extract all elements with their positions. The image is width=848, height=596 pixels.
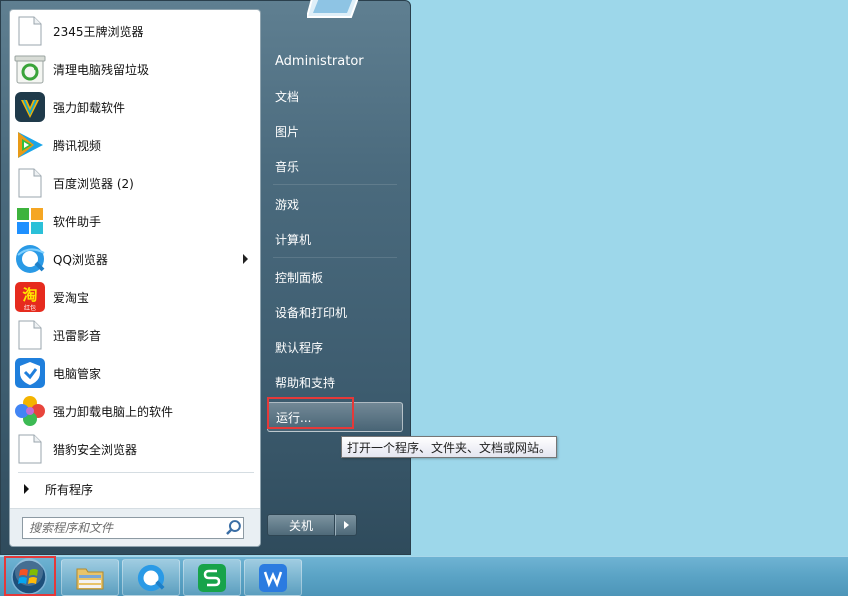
program-label: 腾讯视频 bbox=[53, 138, 102, 153]
triangle-right-icon bbox=[24, 484, 29, 494]
program-label: 百度浏览器 (2) bbox=[53, 176, 134, 191]
program-item-software-helper[interactable]: 软件助手 bbox=[12, 202, 258, 240]
program-item-taobao[interactable]: 淘 红包 爱淘宝 bbox=[12, 278, 258, 316]
divider bbox=[18, 472, 254, 473]
all-programs-label: 所有程序 bbox=[45, 482, 94, 497]
program-label: 清理电脑残留垃圾 bbox=[53, 62, 150, 77]
wps-spreadsheet-icon bbox=[198, 563, 226, 592]
program-item-xunlei-player[interactable]: 迅雷影音 bbox=[12, 316, 258, 354]
start-menu: 2345王牌浏览器 清理电脑残留垃圾 强力卸载软件 腾讯视频 百度浏览器 (2)… bbox=[0, 0, 411, 555]
taskbar bbox=[0, 556, 848, 596]
program-label: QQ浏览器 bbox=[53, 252, 108, 267]
games-link[interactable]: 游戏 bbox=[267, 189, 403, 219]
blank-file-icon bbox=[14, 15, 46, 47]
control-panel-link[interactable]: 控制面板 bbox=[267, 262, 403, 292]
help-support-link[interactable]: 帮助和支持 bbox=[267, 367, 403, 397]
blank-file-icon bbox=[14, 167, 46, 199]
submenu-arrow-icon[interactable] bbox=[243, 254, 248, 264]
file-explorer-icon bbox=[76, 568, 104, 589]
svg-text:淘: 淘 bbox=[21, 286, 37, 304]
pc-manager-icon bbox=[14, 357, 46, 389]
documents-link[interactable]: 文档 bbox=[267, 81, 403, 111]
taskbar-qq-browser[interactable] bbox=[122, 559, 180, 596]
program-label: 2345王牌浏览器 bbox=[53, 24, 144, 39]
program-item-uninstaller[interactable]: 强力卸载软件 bbox=[12, 88, 258, 126]
taobao-icon-caption: 红包 bbox=[24, 304, 36, 312]
taskbar-file-explorer[interactable] bbox=[61, 559, 119, 596]
shutdown-options-button[interactable] bbox=[335, 514, 357, 536]
program-item-cleanup[interactable]: 清理电脑残留垃圾 bbox=[12, 50, 258, 88]
blank-file-icon bbox=[14, 319, 46, 351]
program-item-pc-manager[interactable]: 电脑管家 bbox=[12, 354, 258, 392]
pictures-link[interactable]: 图片 bbox=[267, 116, 403, 146]
computer-link[interactable]: 计算机 bbox=[267, 224, 403, 254]
taskbar-wps-writer[interactable] bbox=[244, 559, 302, 596]
program-label: 电脑管家 bbox=[53, 366, 102, 381]
taobao-icon: 淘 红包 bbox=[14, 281, 46, 313]
qq-browser-icon bbox=[14, 243, 46, 275]
search-icon[interactable] bbox=[225, 519, 243, 537]
program-item-uninstall-software[interactable]: 强力卸载电脑上的软件 bbox=[12, 392, 258, 430]
shutdown-button[interactable]: 关机 bbox=[267, 514, 335, 536]
all-programs-button[interactable]: 所有程序 bbox=[14, 478, 258, 500]
program-label: 强力卸载电脑上的软件 bbox=[53, 404, 174, 419]
devices-printers-link[interactable]: 设备和打印机 bbox=[267, 297, 403, 327]
program-label: 迅雷影音 bbox=[53, 328, 102, 343]
separator bbox=[273, 184, 397, 185]
search-input[interactable] bbox=[29, 521, 224, 535]
tencent-video-icon bbox=[14, 129, 46, 161]
user-folder-link[interactable]: Administrator bbox=[267, 46, 403, 76]
run-tooltip: 打开一个程序、文件夹、文档或网站。 bbox=[341, 436, 557, 458]
flower-icon bbox=[14, 395, 46, 427]
default-programs-link[interactable]: 默认程序 bbox=[267, 332, 403, 362]
programs-pane: 2345王牌浏览器 清理电脑残留垃圾 强力卸载软件 腾讯视频 百度浏览器 (2)… bbox=[9, 9, 261, 547]
qq-browser-icon bbox=[137, 564, 165, 591]
uninstaller-icon bbox=[14, 91, 46, 123]
program-label: 猎豹安全浏览器 bbox=[53, 442, 138, 457]
run-highlight-box bbox=[267, 397, 354, 429]
start-button-highlight-box bbox=[4, 556, 56, 596]
program-label: 强力卸载软件 bbox=[53, 100, 126, 115]
triangle-right-icon bbox=[343, 521, 349, 529]
program-item-liebao-browser[interactable]: 猎豹安全浏览器 bbox=[12, 430, 258, 468]
search-area bbox=[10, 508, 260, 546]
taskbar-wps-spreadsheet[interactable] bbox=[183, 559, 241, 596]
separator bbox=[273, 257, 397, 258]
music-link[interactable]: 音乐 bbox=[267, 151, 403, 181]
program-item-tencent-video[interactable]: 腾讯视频 bbox=[12, 126, 258, 164]
program-item-baidu-browser[interactable]: 百度浏览器 (2) bbox=[12, 164, 258, 202]
program-item-2345-browser[interactable]: 2345王牌浏览器 bbox=[12, 12, 258, 50]
wps-writer-icon bbox=[259, 563, 287, 592]
program-label: 爱淘宝 bbox=[53, 290, 90, 305]
program-item-qq-browser[interactable]: QQ浏览器 bbox=[12, 240, 258, 278]
blank-file-icon bbox=[14, 433, 46, 465]
program-label: 软件助手 bbox=[53, 214, 102, 229]
search-box[interactable] bbox=[22, 517, 244, 539]
recycle-icon bbox=[14, 53, 46, 85]
software-helper-icon bbox=[14, 205, 46, 237]
user-picture-icon[interactable] bbox=[307, 0, 365, 21]
